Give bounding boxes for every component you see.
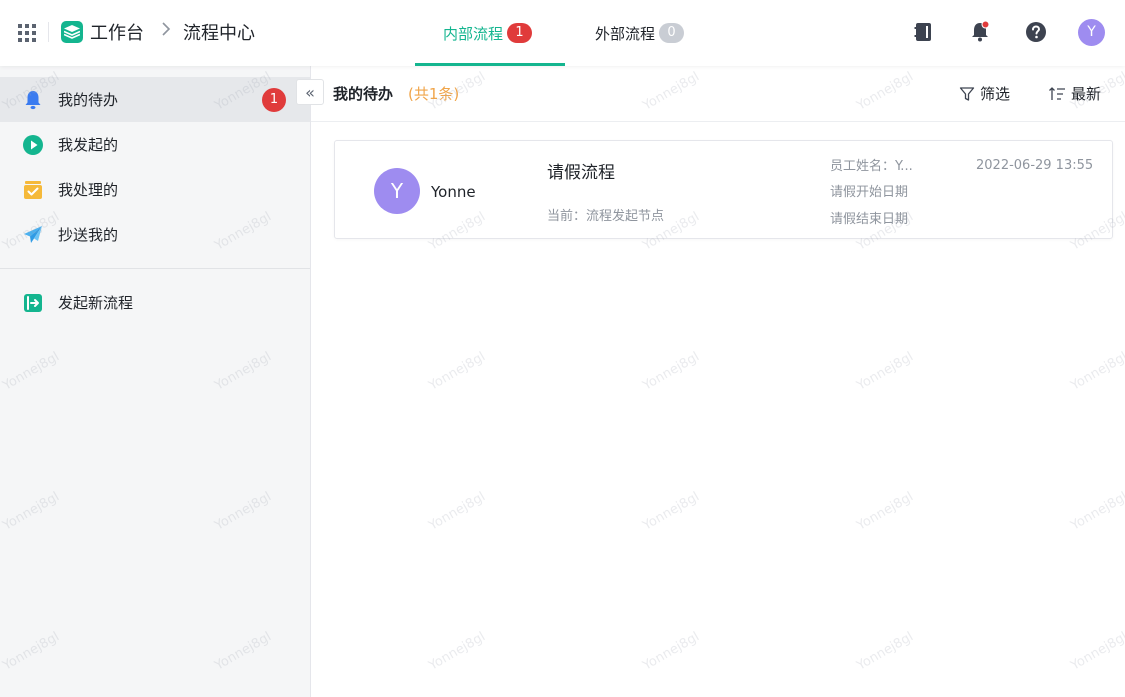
sidebar-divider: [0, 268, 310, 269]
collapse-sidebar-button[interactable]: «: [296, 79, 324, 105]
apps-grid-icon[interactable]: [18, 24, 36, 42]
summary-field: 请假开始日期: [830, 185, 909, 200]
sidebar-item-label: 抄送我的: [58, 226, 119, 244]
sidebar-item-label: 我处理的: [58, 181, 119, 199]
sort-button[interactable]: 最新: [1048, 83, 1101, 104]
watermark-text: Yonnej8gl: [640, 349, 702, 394]
play-circle-icon: [22, 134, 44, 156]
tab-label: 内部流程: [443, 24, 504, 43]
filter-button[interactable]: 筛选: [959, 83, 1010, 104]
top-bar: 工作台 流程中心 内部流程 1 外部流程 0 Y: [0, 0, 1125, 66]
sidebar-item-label: 我发起的: [58, 136, 119, 154]
address-book-icon[interactable]: [912, 20, 936, 44]
todo-count-badge: 1: [262, 88, 286, 112]
summary-field: 请假结束日期: [830, 212, 909, 227]
sort-label: 最新: [1071, 85, 1102, 103]
sort-icon: [1049, 86, 1065, 100]
user-avatar[interactable]: Y: [1078, 19, 1105, 46]
watermark-text: Yonnej8gl: [426, 629, 488, 674]
notification-bell-icon[interactable]: [968, 20, 992, 44]
sidebar: 我的待办 1 我发起的 我处理的 抄送我的 发起新流程: [0, 66, 311, 697]
applicant-avatar: Y: [374, 168, 420, 214]
watermark-text: Yonnej8gl: [1068, 489, 1125, 534]
sidebar-item-cc-me[interactable]: 抄送我的: [0, 212, 310, 257]
filter-label: 筛选: [980, 85, 1011, 103]
watermark-text: Yonnej8gl: [854, 629, 916, 674]
topbar-divider: [48, 22, 49, 42]
sidebar-item-new-process[interactable]: 发起新流程: [0, 280, 310, 325]
bell-icon: [22, 89, 44, 111]
applicant-name: Yonne: [431, 183, 476, 201]
breadcrumb-chevron-icon: [160, 20, 172, 43]
item-count: (共1条): [408, 85, 460, 103]
watermark-text: Yonnej8gl: [854, 349, 916, 394]
enter-icon: [22, 292, 44, 314]
task-card[interactable]: Y Yonne 请假流程 当前：流程发起节点 员工姓名：Y... 请假开始日期 …: [334, 140, 1113, 239]
process-title: 请假流程: [547, 163, 615, 183]
current-node: 当前：流程发起节点: [547, 209, 665, 224]
list-header: 我的待办 (共1条) 筛选 最新: [311, 66, 1125, 122]
sidebar-item-my-todo[interactable]: 我的待办 1: [0, 77, 310, 122]
sidebar-item-label: 发起新流程: [58, 294, 134, 312]
watermark-text: Yonnej8gl: [426, 489, 488, 534]
submit-time: 2022-06-29 13:55: [976, 158, 1094, 173]
breadcrumb-current: 流程中心: [183, 23, 255, 44]
tab-count-badge: 0: [659, 23, 685, 43]
watermark-text: Yonnej8gl: [640, 629, 702, 674]
watermark-text: Yonnej8gl: [854, 489, 916, 534]
watermark-text: Yonnej8gl: [426, 349, 488, 394]
sidebar-item-initiated[interactable]: 我发起的: [0, 122, 310, 167]
summary-field: 员工姓名：Y...: [830, 159, 913, 174]
tab-label: 外部流程: [595, 24, 656, 43]
filter-icon: [959, 86, 975, 101]
tab-count-badge: 1: [507, 23, 533, 43]
sidebar-item-label: 我的待办: [58, 91, 119, 109]
watermark-text: Yonnej8gl: [1068, 629, 1125, 674]
paper-plane-icon: [22, 224, 44, 246]
tab-external-process[interactable]: 外部流程 0: [595, 0, 685, 66]
workbench-link[interactable]: 工作台: [90, 19, 144, 45]
page-title: 我的待办: [333, 85, 394, 103]
help-icon[interactable]: [1024, 20, 1048, 44]
workbench-logo-icon[interactable]: [61, 21, 83, 43]
watermark-text: Yonnej8gl: [1068, 349, 1125, 394]
sidebar-item-processed[interactable]: 我处理的: [0, 167, 310, 212]
double-chevron-left-icon: «: [305, 82, 315, 102]
watermark-text: Yonnej8gl: [640, 489, 702, 534]
tab-internal-process[interactable]: 内部流程 1: [415, 0, 565, 66]
check-box-icon: [22, 179, 44, 201]
